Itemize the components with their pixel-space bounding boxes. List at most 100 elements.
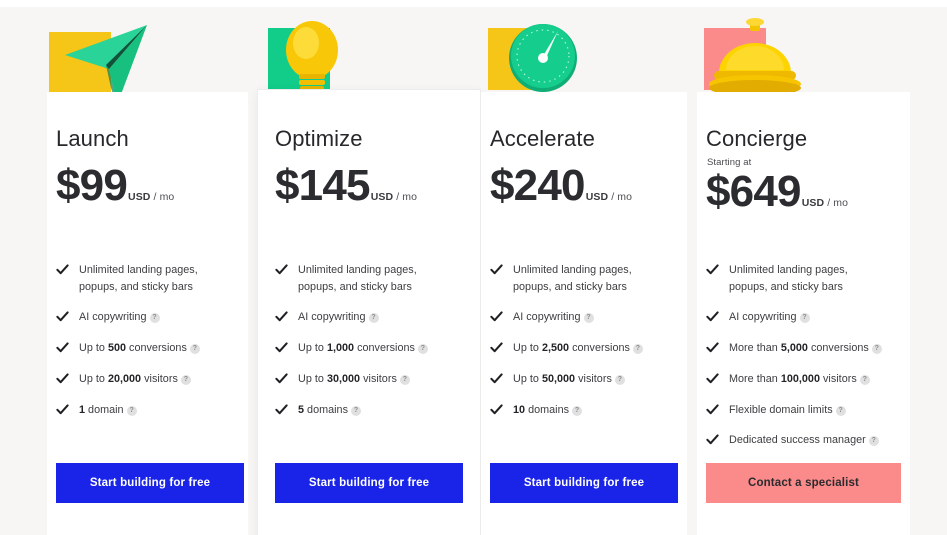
feature-text-after: conversions <box>354 342 415 355</box>
check-icon <box>275 403 288 416</box>
list-item: Up to 20,000 visitors? <box>56 371 236 388</box>
help-icon[interactable]: ? <box>614 374 625 385</box>
feature-value: 10 <box>513 403 526 416</box>
feature-text-after: visitors <box>141 372 178 385</box>
pricing-card-concierge[interactable]: Concierge Starting at $649 USD / mo Unli… <box>697 92 910 535</box>
feature-text-after: domain <box>85 403 124 416</box>
price-unit: USD / mo <box>128 191 174 203</box>
help-icon[interactable]: ? <box>351 405 362 416</box>
feature-text: Flexible domain limits <box>729 403 833 416</box>
check-icon <box>490 403 503 416</box>
price-amount: $145 <box>275 161 370 210</box>
feature-value: 50,000 <box>541 372 576 385</box>
feature-text-before: Up to <box>513 342 542 355</box>
check-icon <box>706 341 719 354</box>
list-item: Unlimited landing pages, popups, and sti… <box>706 262 886 295</box>
check-icon <box>706 310 719 323</box>
feature-text-after: domains <box>304 403 349 416</box>
plan-name: Concierge <box>706 126 808 151</box>
pricing-card-optimize[interactable]: Optimize $145 USD / mo Unlimited landing… <box>258 90 480 535</box>
plan-name: Optimize <box>275 126 363 151</box>
feature-value: 30,000 <box>326 372 361 385</box>
feature-text-before: Up to <box>79 372 108 385</box>
feature-list: Unlimited landing pages, popups, and sti… <box>706 262 886 463</box>
plan-price: $649 USD / mo <box>706 170 848 214</box>
feature-text-after: conversions <box>569 342 630 355</box>
check-icon <box>706 403 719 416</box>
feature-text: Unlimited landing pages, popups, and sti… <box>298 264 417 293</box>
help-icon[interactable]: ? <box>859 374 870 385</box>
help-icon[interactable]: ? <box>180 374 191 385</box>
feature-text-after: visitors <box>819 372 857 385</box>
list-item: Up to 1,000 conversions? <box>275 340 455 357</box>
pricing-card-launch[interactable]: Launch $99 USD / mo Unlimited landing pa… <box>47 92 248 535</box>
check-icon <box>275 310 288 323</box>
list-item: Up to 30,000 visitors? <box>275 371 455 388</box>
price-unit: USD / mo <box>802 197 848 209</box>
price-amount: $649 <box>706 167 801 216</box>
cta-button-launch[interactable]: Start building for free <box>56 463 244 503</box>
check-icon <box>56 263 69 276</box>
check-icon <box>56 403 69 416</box>
help-icon[interactable]: ? <box>368 313 379 324</box>
list-item: Unlimited landing pages, popups, and sti… <box>56 262 236 295</box>
price-amount: $99 <box>56 161 128 210</box>
plan-price: $145 USD / mo <box>275 164 417 208</box>
feature-text: AI copywriting <box>79 311 147 324</box>
help-icon[interactable]: ? <box>417 344 428 355</box>
check-icon <box>56 341 69 354</box>
list-item: Up to 50,000 visitors? <box>490 371 670 388</box>
price-period: / mo <box>827 197 849 209</box>
list-item: Up to 500 conversions? <box>56 340 236 357</box>
feature-text-before: Up to <box>298 372 327 385</box>
help-icon[interactable]: ? <box>399 374 410 385</box>
check-icon <box>706 372 719 385</box>
pricing-cards: Launch $99 USD / mo Unlimited landing pa… <box>0 0 947 535</box>
help-icon[interactable]: ? <box>632 344 643 355</box>
feature-value: 2,500 <box>541 342 570 355</box>
check-icon <box>56 372 69 385</box>
check-icon <box>490 310 503 323</box>
check-icon <box>275 263 288 276</box>
feature-text: AI copywriting <box>729 311 797 324</box>
help-icon[interactable]: ? <box>189 344 200 355</box>
cta-button-accelerate[interactable]: Start building for free <box>490 463 678 503</box>
check-icon <box>706 433 719 446</box>
list-item: AI copywriting? <box>56 309 236 326</box>
price-currency: USD <box>370 191 394 203</box>
check-icon <box>490 263 503 276</box>
help-icon[interactable]: ? <box>572 405 583 416</box>
list-item: More than 100,000 visitors? <box>706 371 886 388</box>
list-item: AI copywriting? <box>275 309 455 326</box>
plan-name: Accelerate <box>490 126 595 151</box>
pricing-card-accelerate[interactable]: Accelerate $240 USD / mo Unlimited landi… <box>481 92 687 535</box>
help-icon[interactable]: ? <box>126 405 137 416</box>
list-item: 10 domains? <box>490 402 670 419</box>
feature-list: Unlimited landing pages, popups, and sti… <box>275 262 455 432</box>
check-icon <box>56 310 69 323</box>
price-currency: USD <box>801 197 825 209</box>
list-item: Flexible domain limits? <box>706 402 886 419</box>
feature-text-after: visitors <box>360 372 397 385</box>
check-icon <box>275 372 288 385</box>
feature-text-after: conversions <box>126 342 187 355</box>
help-icon[interactable]: ? <box>583 313 594 324</box>
feature-text: AI copywriting <box>298 311 366 324</box>
plan-price: $99 USD / mo <box>56 164 174 208</box>
list-item: AI copywriting? <box>490 309 670 326</box>
help-icon[interactable]: ? <box>149 313 160 324</box>
feature-list: Unlimited landing pages, popups, and sti… <box>490 262 670 432</box>
price-currency: USD <box>128 191 151 203</box>
list-item: AI copywriting? <box>706 309 886 326</box>
help-icon[interactable]: ? <box>835 405 846 416</box>
cta-button-concierge[interactable]: Contact a specialist <box>706 463 901 503</box>
help-icon[interactable]: ? <box>868 436 879 447</box>
price-period: / mo <box>396 191 418 203</box>
price-period: / mo <box>153 191 175 203</box>
feature-text-before: More than <box>729 342 781 355</box>
list-item: More than 5,000 conversions? <box>706 340 886 357</box>
help-icon[interactable]: ? <box>799 313 810 324</box>
list-item: Dedicated success manager? <box>706 432 886 449</box>
cta-button-optimize[interactable]: Start building for free <box>275 463 463 503</box>
help-icon[interactable]: ? <box>871 344 882 355</box>
